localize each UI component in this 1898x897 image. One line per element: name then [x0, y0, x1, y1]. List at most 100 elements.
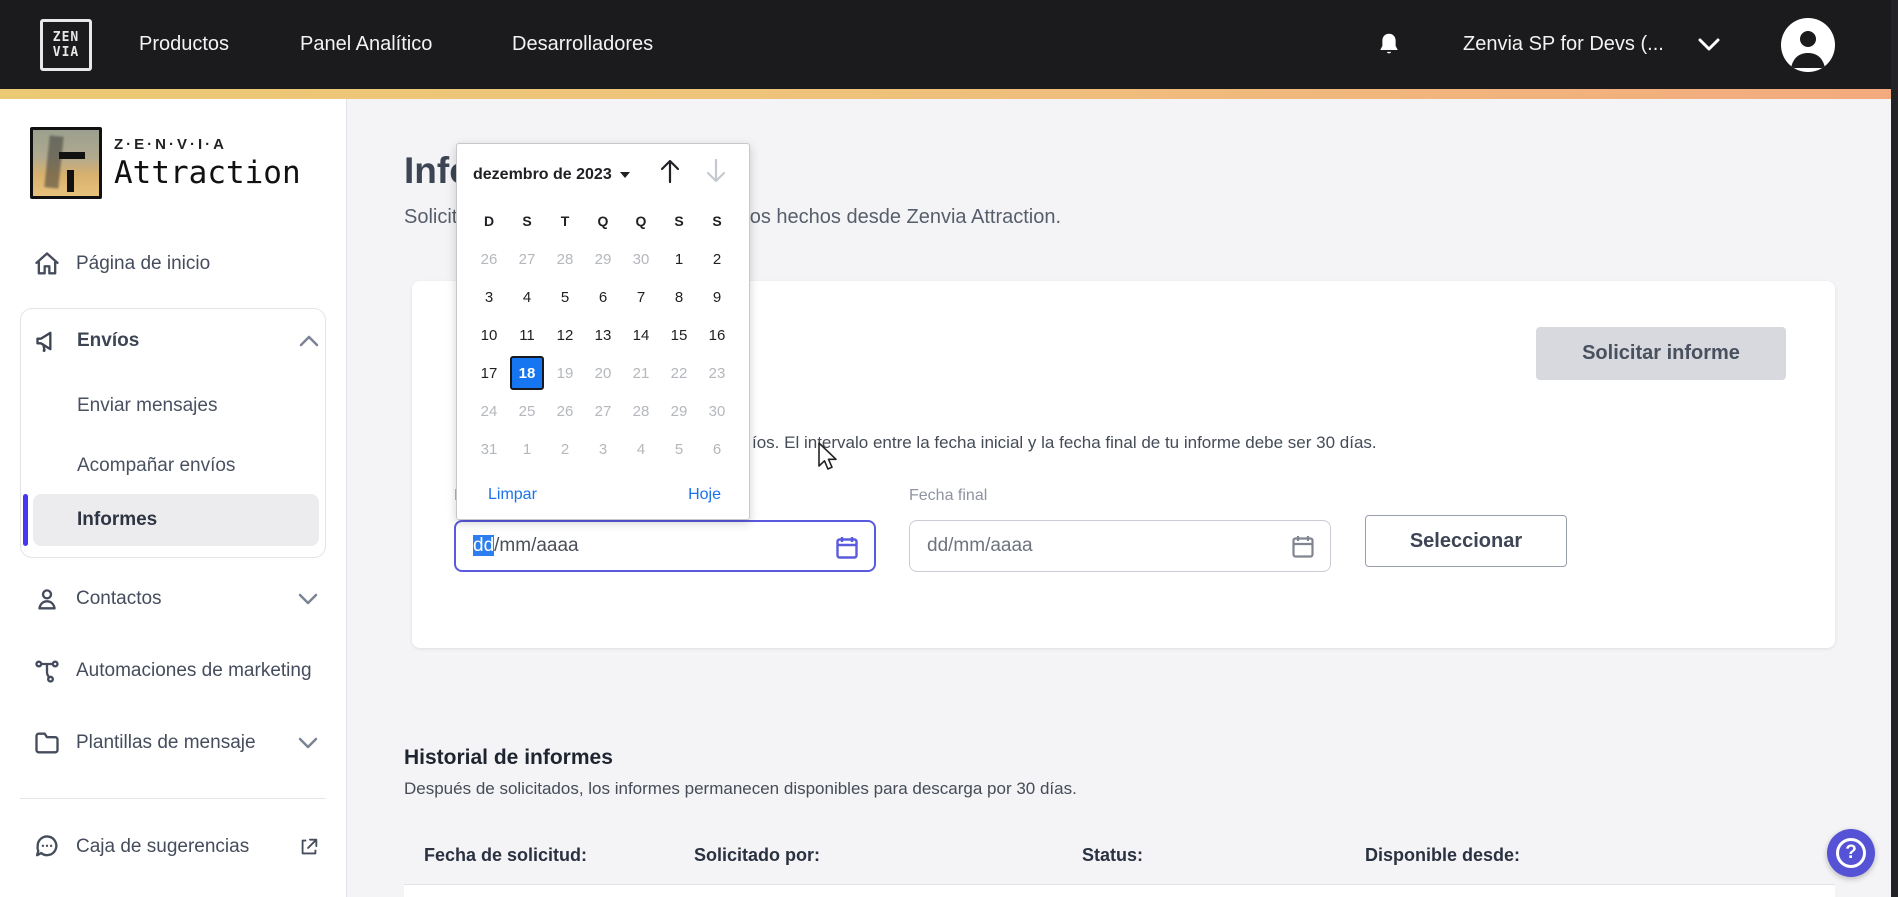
calendar-day[interactable]: 15 [660, 316, 698, 354]
calendar-day[interactable]: 28 [546, 240, 584, 278]
start-date-input[interactable]: dd/mm/aaaa [454, 520, 876, 572]
sidebar-item-contactos[interactable]: Contactos [0, 577, 347, 621]
attraction-logo-image [30, 127, 102, 199]
question-mark-icon: ? [1836, 838, 1866, 868]
attraction-logo[interactable]: Z·E·N·V·I·A Attraction [30, 127, 301, 199]
calendar-day[interactable]: 14 [622, 316, 660, 354]
calendar-day[interactable]: 28 [622, 392, 660, 430]
selected-date-segment: dd [473, 535, 495, 556]
calendar-day[interactable]: 2 [546, 430, 584, 468]
account-chevron-down-icon[interactable] [1698, 38, 1720, 52]
calendar-day[interactable]: 16 [698, 316, 736, 354]
contacts-person-icon [33, 585, 61, 613]
calendar-day[interactable]: 27 [508, 240, 546, 278]
sidebar-item-plantillas[interactable]: Plantillas de mensaje [0, 721, 347, 765]
sidebar-item-label: Envíos [77, 330, 140, 351]
help-button[interactable]: ? [1827, 829, 1875, 877]
calendar-picker-icon[interactable] [836, 536, 858, 559]
sidebar: Z·E·N·V·I·A Attraction Página de inicio … [0, 99, 347, 897]
history-subtitle: Después de solicitados, los informes per… [404, 779, 1077, 798]
nav-item-desarrolladores[interactable]: Desarrolladores [512, 0, 653, 89]
sidebar-item-pagina-de-inicio[interactable]: Página de inicio [0, 242, 347, 286]
zenvia-logo-icon[interactable]: ZEN VIA [40, 19, 92, 71]
sidebar-item-label: Plantillas de mensaje [76, 732, 256, 753]
user-avatar[interactable] [1781, 18, 1835, 72]
calendar-day[interactable]: 4 [508, 278, 546, 316]
weekday-label: Q [635, 213, 647, 229]
nav-item-label: Productos [139, 33, 230, 55]
calendar-day[interactable]: 6 [698, 430, 736, 468]
calendar-day[interactable]: 8 [660, 278, 698, 316]
calendar-day[interactable]: 5 [546, 278, 584, 316]
end-date-input[interactable]: dd/mm/aaaa [909, 520, 1331, 572]
calendar-day[interactable]: 3 [584, 430, 622, 468]
calendar-day[interactable]: 5 [660, 430, 698, 468]
calendar-day[interactable]: 29 [584, 240, 622, 278]
calendar-day-selected[interactable]: 18 [510, 356, 544, 390]
calendar-day[interactable]: 19 [546, 354, 584, 392]
calendar-day[interactable]: 4 [622, 430, 660, 468]
sidebar-item-label: Acompañar envíos [77, 455, 236, 476]
sidebar-item-envios[interactable]: Envíos [21, 327, 327, 357]
clear-link[interactable]: Limpar [488, 482, 537, 508]
calendar-day[interactable]: 22 [660, 354, 698, 392]
sidebar-item-caja-de-sugerencias[interactable]: Caja de sugerencias [0, 825, 347, 869]
nav-item-label: Desarrolladores [512, 33, 654, 55]
sidebar-item-automaciones[interactable]: Automaciones de marketing [0, 649, 347, 693]
calendar-day[interactable]: 7 [622, 278, 660, 316]
calendar-day[interactable]: 2 [698, 240, 736, 278]
calendar-day[interactable]: 13 [584, 316, 622, 354]
account-switcher[interactable]: Zenvia SP for Devs (... [1463, 0, 1664, 89]
nav-item-productos[interactable]: Productos [139, 0, 229, 89]
sidebar-group-envios: Envíos Enviar mensajes Acompañar envíos … [20, 308, 326, 558]
sidebar-item-acompanar-envios[interactable]: Acompañar envíos [77, 451, 235, 481]
calendar-day[interactable]: 31 [470, 430, 508, 468]
calendar-day[interactable]: 1 [660, 240, 698, 278]
calendar-day[interactable]: 12 [546, 316, 584, 354]
notifications-bell-icon[interactable] [1374, 30, 1404, 60]
nav-item-panel-analitico[interactable]: Panel Analítico [300, 0, 432, 89]
calendar-day[interactable]: 1 [508, 430, 546, 468]
calendar-day[interactable]: 26 [470, 240, 508, 278]
calendar-day[interactable]: 9 [698, 278, 736, 316]
folder-icon [33, 729, 61, 757]
calendar-day[interactable]: 30 [698, 392, 736, 430]
sidebar-item-enviar-mensajes[interactable]: Enviar mensajes [77, 391, 217, 421]
today-link[interactable]: Hoje [688, 482, 721, 508]
calendar-day[interactable]: 26 [546, 392, 584, 430]
next-month-arrow-down-icon[interactable] [703, 156, 733, 190]
calendar-day[interactable]: 24 [470, 392, 508, 430]
calendar-day[interactable]: 10 [470, 316, 508, 354]
calendar-day[interactable]: 23 [698, 354, 736, 392]
calendar-picker-icon[interactable] [1292, 535, 1314, 558]
weekday-label: S [712, 213, 722, 229]
calendar-day[interactable]: 17 [470, 354, 508, 392]
calendar-day[interactable]: 30 [622, 240, 660, 278]
month-selector[interactable]: dezembro de 2023 [473, 160, 630, 190]
previous-month-arrow-up-icon[interactable] [657, 156, 687, 190]
sidebar-item-informes[interactable]: Informes [33, 494, 319, 546]
calendar-day[interactable]: 29 [660, 392, 698, 430]
nav-item-label: Panel Analítico [300, 33, 433, 55]
weekday-label: S [674, 213, 684, 229]
calendar-day[interactable]: 27 [584, 392, 622, 430]
select-dates-button[interactable]: Seleccionar [1365, 515, 1567, 567]
zenvia-logo-text-2: VIA [52, 45, 80, 60]
sidebar-item-label: Contactos [76, 588, 162, 609]
calendar-day[interactable]: 6 [584, 278, 622, 316]
card-description-fragment: íos. El intervalo entre la fecha inicial… [752, 433, 1377, 452]
weekday-label: Q [597, 213, 609, 229]
selected-item-indicator [23, 494, 28, 546]
calendar-day[interactable]: 3 [470, 278, 508, 316]
calendar-day[interactable]: 21 [622, 354, 660, 392]
sidebar-item-label: Enviar mensajes [77, 395, 218, 416]
calendar-day[interactable]: 11 [508, 316, 546, 354]
calendar-day[interactable]: 25 [508, 392, 546, 430]
history-column-solicitado-por: Solicitado por: [694, 845, 820, 865]
window-scrollbar[interactable] [1891, 0, 1898, 897]
request-report-button[interactable]: Solicitar informe [1536, 327, 1786, 380]
history-table-row [404, 884, 1835, 897]
chevron-down-icon [298, 737, 318, 749]
history-column-disponible-desde: Disponible desde: [1365, 845, 1521, 865]
calendar-day[interactable]: 20 [584, 354, 622, 392]
